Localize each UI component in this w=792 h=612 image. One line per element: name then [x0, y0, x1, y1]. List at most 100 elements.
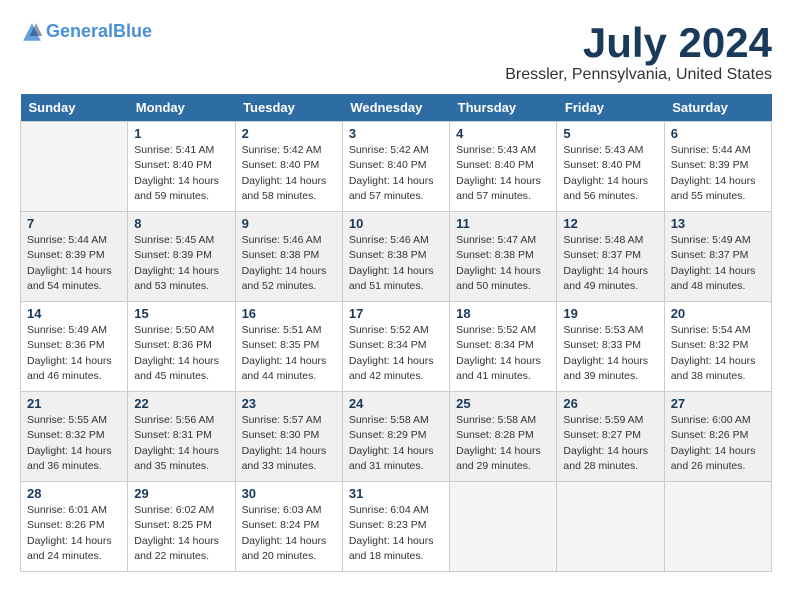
logo-line2: Blue	[113, 21, 152, 41]
table-row: 21Sunrise: 5:55 AM Sunset: 8:32 PM Dayli…	[21, 392, 128, 482]
day-info: Sunrise: 6:00 AM Sunset: 8:26 PM Dayligh…	[671, 413, 765, 474]
day-number: 11	[456, 216, 550, 231]
table-row	[450, 482, 557, 572]
calendar-header: Sunday Monday Tuesday Wednesday Thursday…	[21, 94, 772, 122]
day-info: Sunrise: 5:58 AM Sunset: 8:29 PM Dayligh…	[349, 413, 443, 474]
col-wednesday: Wednesday	[342, 94, 449, 122]
location: Bressler, Pennsylvania, United States	[505, 66, 772, 84]
page-header: GeneralBlue July 2024 Bressler, Pennsylv…	[20, 20, 772, 84]
calendar-week-row: 1 Sunrise: 5:41 AM Sunset: 8:40 PM Daylig…	[21, 122, 772, 212]
table-row: 2 Sunrise: 5:42 AM Sunset: 8:40 PM Daylig…	[235, 122, 342, 212]
col-saturday: Saturday	[664, 94, 771, 122]
day-info: Sunrise: 5:58 AM Sunset: 8:28 PM Dayligh…	[456, 413, 550, 474]
table-row: 27Sunrise: 6:00 AM Sunset: 8:26 PM Dayli…	[664, 392, 771, 482]
day-info: Sunrise: 5:45 AM Sunset: 8:39 PM Dayligh…	[134, 233, 228, 294]
table-row: 20 Sunrise: 5:54 AM Sunset: 8:32 PM Dayli…	[664, 302, 771, 392]
table-row: 3Sunrise: 5:42 AM Sunset: 8:40 PM Daylig…	[342, 122, 449, 212]
day-number: 23	[242, 396, 336, 411]
day-info: Sunrise: 5:46 AM Sunset: 8:38 PM Dayligh…	[349, 233, 443, 294]
day-info: Sunrise: 5:52 AM Sunset: 8:34 PM Dayligh…	[456, 323, 550, 384]
table-row: 13 Sunrise: 5:49 AM Sunset: 8:37 PM Dayli…	[664, 212, 771, 302]
day-info: Sunrise: 5:57 AM Sunset: 8:30 PM Dayligh…	[242, 413, 336, 474]
day-info: Sunrise: 5:43 AM Sunset: 8:40 PM Dayligh…	[456, 143, 550, 204]
day-number: 15	[134, 306, 228, 321]
day-info: Sunrise: 5:49 AM Sunset: 8:37 PM Dayligh…	[671, 233, 765, 294]
day-info: Sunrise: 6:04 AM Sunset: 8:23 PM Dayligh…	[349, 503, 443, 564]
day-info: Sunrise: 5:50 AM Sunset: 8:36 PM Dayligh…	[134, 323, 228, 384]
logo-text: GeneralBlue	[46, 21, 152, 43]
table-row: 6 Sunrise: 5:44 AM Sunset: 8:39 PM Daylig…	[664, 122, 771, 212]
col-sunday: Sunday	[21, 94, 128, 122]
day-info: Sunrise: 5:54 AM Sunset: 8:32 PM Dayligh…	[671, 323, 765, 384]
day-number: 26	[563, 396, 657, 411]
table-row: 15 Sunrise: 5:50 AM Sunset: 8:36 PM Dayli…	[128, 302, 235, 392]
calendar-week-row: 7Sunrise: 5:44 AM Sunset: 8:39 PM Daylig…	[21, 212, 772, 302]
day-info: Sunrise: 5:52 AM Sunset: 8:34 PM Dayligh…	[349, 323, 443, 384]
table-row: 14 Sunrise: 5:49 AM Sunset: 8:36 PM Dayli…	[21, 302, 128, 392]
day-info: Sunrise: 5:42 AM Sunset: 8:40 PM Dayligh…	[242, 143, 336, 204]
table-row: 28Sunrise: 6:01 AM Sunset: 8:26 PM Dayli…	[21, 482, 128, 572]
table-row: 17 Sunrise: 5:52 AM Sunset: 8:34 PM Dayli…	[342, 302, 449, 392]
day-info: Sunrise: 6:01 AM Sunset: 8:26 PM Dayligh…	[27, 503, 121, 564]
day-number: 3	[349, 126, 443, 141]
day-number: 30	[242, 486, 336, 501]
header-row: Sunday Monday Tuesday Wednesday Thursday…	[21, 94, 772, 122]
calendar-table: Sunday Monday Tuesday Wednesday Thursday…	[20, 94, 772, 572]
month-title: July 2024	[505, 20, 772, 66]
table-row: 23 Sunrise: 5:57 AM Sunset: 8:30 PM Dayli…	[235, 392, 342, 482]
calendar-week-row: 21Sunrise: 5:55 AM Sunset: 8:32 PM Dayli…	[21, 392, 772, 482]
day-number: 1	[134, 126, 228, 141]
day-number: 22	[134, 396, 228, 411]
table-row: 19 Sunrise: 5:53 AM Sunset: 8:33 PM Dayli…	[557, 302, 664, 392]
day-number: 2	[242, 126, 336, 141]
day-info: Sunrise: 5:44 AM Sunset: 8:39 PM Dayligh…	[671, 143, 765, 204]
table-row: 22 Sunrise: 5:56 AM Sunset: 8:31 PM Dayli…	[128, 392, 235, 482]
calendar-body: 1 Sunrise: 5:41 AM Sunset: 8:40 PM Daylig…	[21, 122, 772, 572]
table-row: 5 Sunrise: 5:43 AM Sunset: 8:40 PM Daylig…	[557, 122, 664, 212]
day-info: Sunrise: 5:48 AM Sunset: 8:37 PM Dayligh…	[563, 233, 657, 294]
day-number: 5	[563, 126, 657, 141]
table-row: 30Sunrise: 6:03 AM Sunset: 8:24 PM Dayli…	[235, 482, 342, 572]
day-number: 31	[349, 486, 443, 501]
day-number: 9	[242, 216, 336, 231]
day-number: 4	[456, 126, 550, 141]
day-number: 10	[349, 216, 443, 231]
day-info: Sunrise: 5:47 AM Sunset: 8:38 PM Dayligh…	[456, 233, 550, 294]
day-info: Sunrise: 5:59 AM Sunset: 8:27 PM Dayligh…	[563, 413, 657, 474]
day-number: 6	[671, 126, 765, 141]
day-number: 20	[671, 306, 765, 321]
logo-icon	[20, 20, 44, 44]
table-row	[664, 482, 771, 572]
calendar-week-row: 28Sunrise: 6:01 AM Sunset: 8:26 PM Dayli…	[21, 482, 772, 572]
table-row: 9 Sunrise: 5:46 AM Sunset: 8:38 PM Daylig…	[235, 212, 342, 302]
day-info: Sunrise: 5:41 AM Sunset: 8:40 PM Dayligh…	[134, 143, 228, 204]
table-row: 31 Sunrise: 6:04 AM Sunset: 8:23 PM Dayli…	[342, 482, 449, 572]
logo: GeneralBlue	[20, 20, 152, 44]
day-info: Sunrise: 5:49 AM Sunset: 8:36 PM Dayligh…	[27, 323, 121, 384]
day-number: 13	[671, 216, 765, 231]
table-row: 4 Sunrise: 5:43 AM Sunset: 8:40 PM Daylig…	[450, 122, 557, 212]
day-number: 24	[349, 396, 443, 411]
table-row: 26 Sunrise: 5:59 AM Sunset: 8:27 PM Dayli…	[557, 392, 664, 482]
day-info: Sunrise: 5:53 AM Sunset: 8:33 PM Dayligh…	[563, 323, 657, 384]
day-info: Sunrise: 5:56 AM Sunset: 8:31 PM Dayligh…	[134, 413, 228, 474]
day-number: 19	[563, 306, 657, 321]
title-block: July 2024 Bressler, Pennsylvania, United…	[505, 20, 772, 84]
day-info: Sunrise: 5:43 AM Sunset: 8:40 PM Dayligh…	[563, 143, 657, 204]
calendar-week-row: 14 Sunrise: 5:49 AM Sunset: 8:36 PM Dayli…	[21, 302, 772, 392]
day-number: 14	[27, 306, 121, 321]
day-number: 16	[242, 306, 336, 321]
day-info: Sunrise: 5:46 AM Sunset: 8:38 PM Dayligh…	[242, 233, 336, 294]
day-number: 7	[27, 216, 121, 231]
table-row	[557, 482, 664, 572]
day-number: 25	[456, 396, 550, 411]
day-info: Sunrise: 5:51 AM Sunset: 8:35 PM Dayligh…	[242, 323, 336, 384]
day-number: 21	[27, 396, 121, 411]
logo-line1: General	[46, 21, 113, 41]
table-row: 29Sunrise: 6:02 AM Sunset: 8:25 PM Dayli…	[128, 482, 235, 572]
table-row: 18Sunrise: 5:52 AM Sunset: 8:34 PM Dayli…	[450, 302, 557, 392]
table-row	[21, 122, 128, 212]
table-row: 8Sunrise: 5:45 AM Sunset: 8:39 PM Daylig…	[128, 212, 235, 302]
day-number: 17	[349, 306, 443, 321]
table-row: 24 Sunrise: 5:58 AM Sunset: 8:29 PM Dayli…	[342, 392, 449, 482]
